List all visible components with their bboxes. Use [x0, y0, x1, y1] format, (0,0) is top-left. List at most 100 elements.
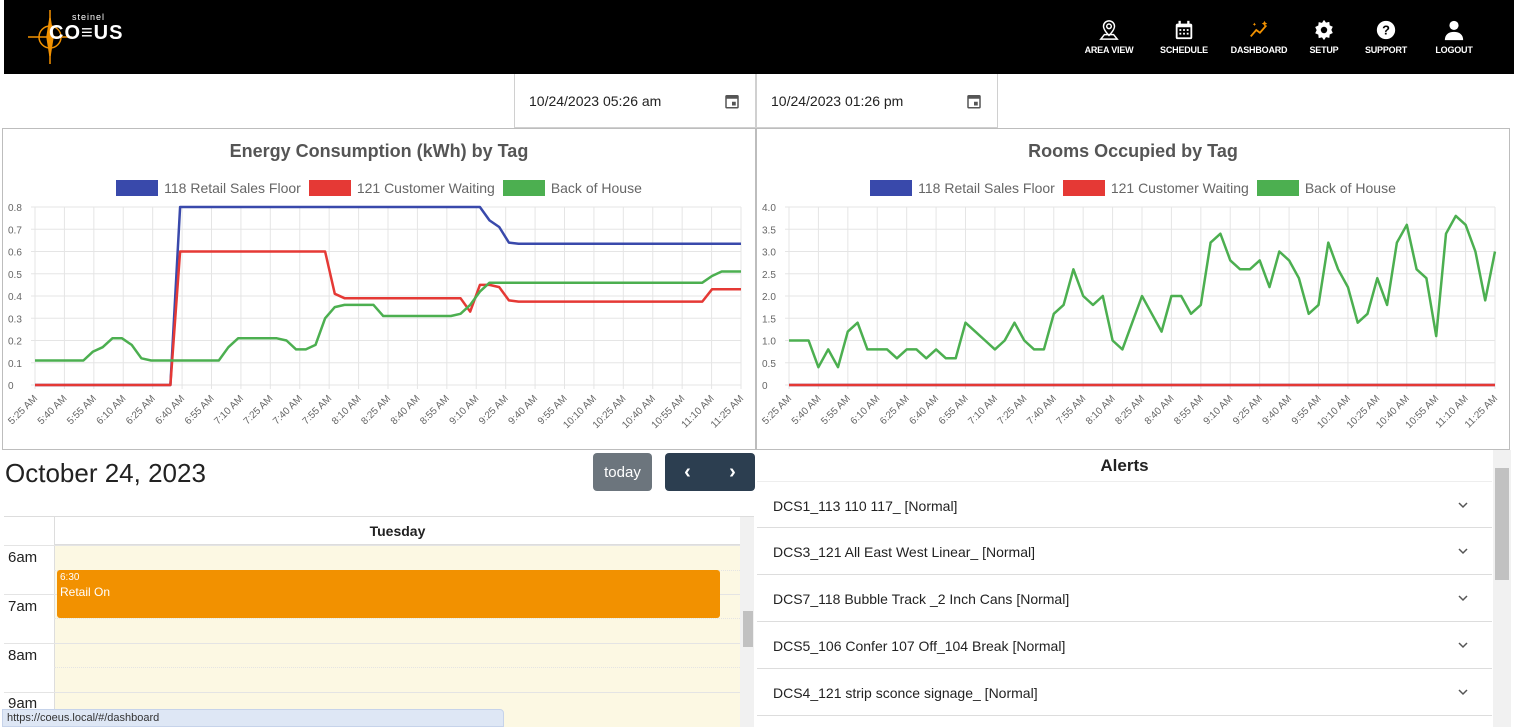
x-tick-label: 9:10 AM	[448, 393, 482, 427]
chevron-down-icon	[1458, 548, 1468, 555]
x-tick-label: 6:10 AM	[95, 393, 129, 427]
alerts-scrollbar[interactable]	[1493, 450, 1511, 727]
x-tick-label: 11:25 AM	[709, 393, 746, 430]
time-label: 8am	[8, 647, 38, 664]
next-button[interactable]: ›	[710, 453, 755, 491]
end-date-picker[interactable]: 10/24/2023 01:26 pm	[756, 74, 998, 128]
nav-label: LOGOUT	[1435, 45, 1473, 55]
y-tick-label: 3.5	[762, 225, 776, 236]
calendar-nav-group: ‹ ›	[665, 453, 755, 491]
help-icon: ?	[1376, 20, 1396, 40]
alert-text: DCS4_121 strip sconce signage_ [Normal]	[773, 685, 1038, 701]
y-tick-label: 0.8	[8, 203, 22, 214]
logo-subtext: steinel	[72, 12, 106, 22]
x-tick-label: 5:40 AM	[36, 393, 70, 427]
x-tick-label: 9:25 AM	[477, 393, 511, 427]
event-title: Retail On	[60, 585, 111, 599]
prev-button[interactable]: ‹	[665, 453, 710, 491]
x-tick-label: 7:10 AM	[966, 393, 1000, 427]
nav-support[interactable]: ? SUPPORT	[1356, 0, 1416, 74]
x-tick-label: 9:25 AM	[1231, 393, 1265, 427]
chevron-down-icon	[1458, 642, 1468, 649]
nav-dashboard[interactable]: DASHBOARD	[1224, 0, 1294, 74]
calendar-event[interactable]: 6:30 Retail On	[57, 570, 720, 618]
alert-text: DCS7_118 Bubble Track _2 Inch Cans [Norm…	[773, 591, 1070, 607]
scrollbar-thumb[interactable]	[743, 611, 753, 647]
nav-logout[interactable]: LOGOUT	[1426, 0, 1482, 74]
x-tick-label: 6:55 AM	[937, 393, 971, 427]
y-tick-label: 2.0	[762, 292, 776, 303]
dashboard-sparkle-icon	[1250, 20, 1268, 38]
x-tick-label: 9:10 AM	[1202, 393, 1236, 427]
hour-line	[4, 643, 740, 644]
y-tick-label: 1.5	[762, 314, 776, 325]
x-tick-label: 8:55 AM	[1172, 393, 1206, 427]
x-tick-label: 8:55 AM	[418, 393, 452, 427]
x-tick-label: 6:10 AM	[849, 393, 883, 427]
y-tick-label: 0.6	[8, 248, 22, 259]
start-date-value: 10/24/2023 05:26 am	[529, 93, 662, 109]
gear-icon	[1315, 19, 1333, 41]
y-tick-label: 0	[762, 381, 768, 392]
nav-area-view[interactable]: AREA VIEW	[1079, 0, 1139, 74]
svg-text:?: ?	[1382, 23, 1390, 38]
x-tick-label: 5:55 AM	[65, 393, 99, 427]
scrollbar-thumb[interactable]	[1495, 468, 1509, 580]
y-tick-label: 3.0	[762, 248, 776, 259]
x-tick-label: 5:25 AM	[6, 393, 40, 427]
x-tick-label: 8:10 AM	[330, 393, 364, 427]
calendar-icon[interactable]	[723, 92, 741, 110]
chevron-right-icon: ›	[729, 460, 736, 483]
chevron-down-icon	[1458, 502, 1468, 509]
x-tick-label: 7:10 AM	[212, 393, 246, 427]
alerts-panel: Alerts DCS1_113 110 117_ [Normal] DCS3_1…	[757, 450, 1492, 727]
y-tick-label: 0.5	[8, 270, 22, 281]
occupancy-line-chart[interactable]: 0 0.5 1.0 1.5 2.0 2.5 3.0 3.5 4.0 5:25 AM5:40 AM5…	[757, 129, 1509, 449]
x-tick-label: 11:25 AM	[1463, 393, 1500, 430]
x-tick-label: 8:25 AM	[1113, 393, 1147, 427]
alert-item[interactable]: DCS3_121 All East West Linear_ [Normal]	[757, 528, 1492, 575]
x-tick-label: 7:25 AM	[996, 393, 1030, 427]
half-hour-line	[54, 667, 740, 668]
x-tick-label: 7:40 AM	[271, 393, 305, 427]
y-tick-label: 0.3	[8, 314, 22, 325]
y-tick-label: 1.0	[762, 337, 776, 348]
x-tick-label: 7:55 AM	[1055, 393, 1089, 427]
y-tick-label: 0.5	[762, 359, 776, 370]
calendar-title: October 24, 2023	[5, 458, 206, 488]
calendar-scrollbar[interactable]	[740, 517, 754, 727]
x-tick-label: 9:40 AM	[1260, 393, 1294, 427]
user-icon	[1444, 20, 1464, 41]
nav-schedule[interactable]: SCHEDULE	[1152, 0, 1216, 74]
x-tick-label: 9:40 AM	[506, 393, 540, 427]
time-label: 7am	[8, 598, 38, 615]
chevron-down-icon	[1458, 689, 1468, 696]
energy-line-chart[interactable]: 0 0.1 0.2 0.3 0.4 0.5 0.6 0.7 0.8 5:25 AM5:40 AM5…	[3, 129, 755, 449]
y-tick-label: 0.2	[8, 337, 22, 348]
alert-item[interactable]: DCS7_118 Bubble Track _2 Inch Cans [Norm…	[757, 575, 1492, 622]
end-date-value: 10/24/2023 01:26 pm	[771, 93, 904, 109]
logo-text: CO≡US	[49, 22, 124, 44]
y-tick-label: 2.5	[762, 270, 776, 281]
half-hour-line	[54, 618, 740, 619]
alert-text: DCS1_113 110 117_ [Normal]	[773, 498, 958, 514]
start-date-picker[interactable]: 10/24/2023 05:26 am	[514, 74, 756, 128]
today-button[interactable]: today	[593, 453, 652, 491]
x-tick-label: 8:40 AM	[1143, 393, 1177, 427]
nav-setup[interactable]: SETUP	[1304, 0, 1344, 74]
x-tick-label: 5:55 AM	[819, 393, 853, 427]
y-tick-label: 0.1	[8, 359, 22, 370]
chevron-down-icon	[1458, 595, 1468, 602]
nav-label: DASHBOARD	[1230, 45, 1288, 55]
alert-item[interactable]: DCS5_106 Confer 107 Off_104 Break [Norma…	[757, 622, 1492, 669]
x-tick-label: 7:55 AM	[301, 393, 335, 427]
alert-item[interactable]: DCS4_121 strip sconce signage_ [Normal]	[757, 669, 1492, 716]
alert-item[interactable]: DCS1_113 110 117_ [Normal]	[757, 481, 1492, 528]
occupancy-chart-panel: Rooms Occupied by Tag 118 Retail Sales F…	[756, 128, 1510, 450]
y-tick-label: 0.7	[8, 225, 22, 236]
x-tick-label: 8:10 AM	[1084, 393, 1118, 427]
calendar-icon[interactable]	[965, 92, 983, 110]
x-tick-label: 6:25 AM	[124, 393, 158, 427]
nav-label: AREA VIEW	[1084, 45, 1134, 55]
calendar-day-grid[interactable]: Tuesday 6am 7am 8am 9am 6:30 Retail On	[4, 516, 754, 727]
